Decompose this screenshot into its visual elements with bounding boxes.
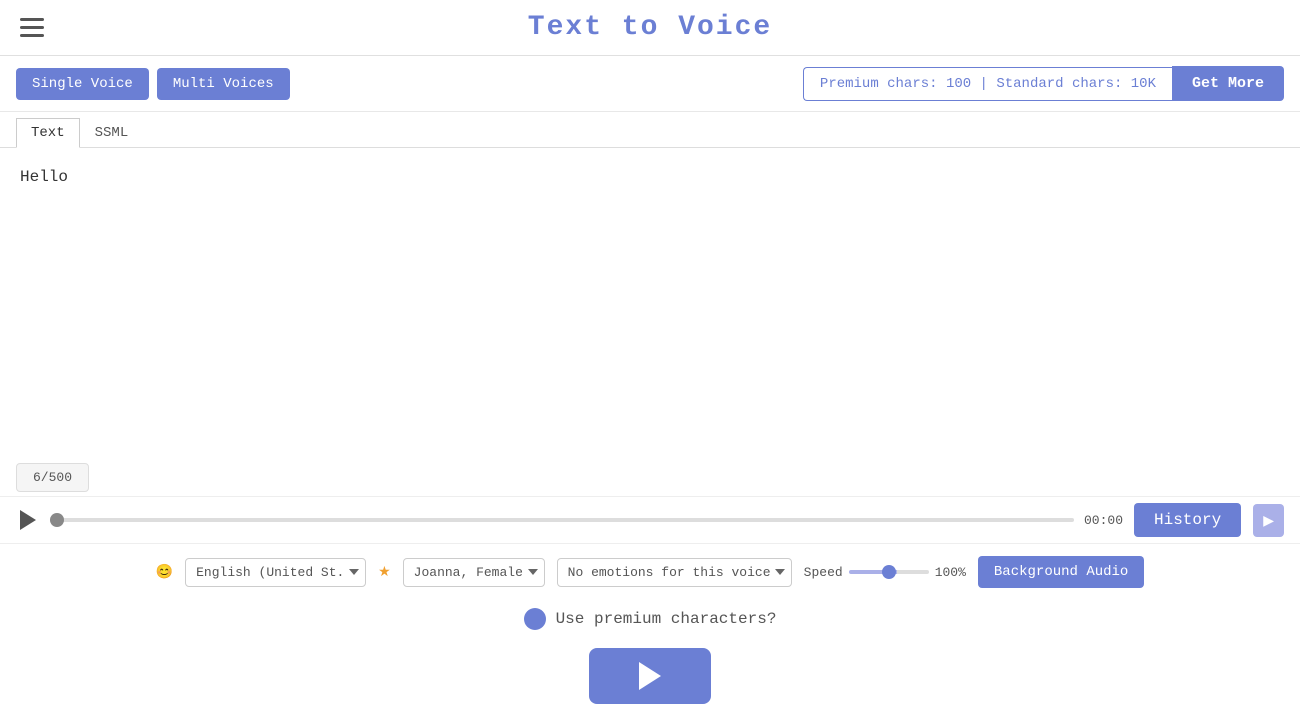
arrow-right-button[interactable]: ▶ xyxy=(1253,504,1284,537)
toolbar-chars: Premium chars: 100 | Standard chars: 10K… xyxy=(803,66,1284,101)
play-large-icon xyxy=(639,662,661,690)
toolbar: Single Voice Multi Voices Premium chars:… xyxy=(0,56,1300,112)
language-select[interactable]: English (United St. xyxy=(185,558,366,587)
char-counter: 6/500 xyxy=(16,463,89,492)
seek-bar-container xyxy=(50,518,1074,522)
tab-text[interactable]: Text xyxy=(16,118,80,148)
emotion-select[interactable]: No emotions for this voice xyxy=(557,558,792,587)
page-title: Text to Voice xyxy=(528,12,772,43)
multi-voices-button[interactable]: Multi Voices xyxy=(157,68,290,100)
premium-label: Use premium characters? xyxy=(556,610,777,628)
toolbar-voice-buttons: Single Voice Multi Voices xyxy=(16,68,290,100)
play-icon-small xyxy=(20,510,36,530)
speed-value-display: 100% xyxy=(935,565,966,580)
player-bar: 00:00 History ▶ xyxy=(0,496,1300,543)
play-button-small[interactable] xyxy=(16,506,40,534)
history-button[interactable]: History xyxy=(1134,503,1241,537)
hamburger-line-3 xyxy=(20,34,44,37)
settings-bar: 😊 English (United St. ★ Joanna, Female N… xyxy=(0,543,1300,600)
seek-bar[interactable] xyxy=(50,518,1074,522)
speed-control: Speed 100% xyxy=(804,565,966,580)
header: Text to Voice xyxy=(0,0,1300,56)
play-large-container xyxy=(0,638,1300,714)
voice-select[interactable]: Joanna, Female xyxy=(403,558,545,587)
play-large-button[interactable] xyxy=(589,648,711,704)
speed-slider[interactable] xyxy=(849,570,929,574)
premium-row: Use premium characters? xyxy=(0,600,1300,638)
speed-label: Speed xyxy=(804,565,843,580)
chars-display: Premium chars: 100 | Standard chars: 10K xyxy=(803,67,1172,101)
premium-toggle[interactable] xyxy=(524,608,546,630)
text-input[interactable]: Hello xyxy=(16,164,1284,454)
get-more-button[interactable]: Get More xyxy=(1172,66,1284,101)
time-display: 00:00 xyxy=(1084,513,1124,528)
tabs-bar: Text SSML xyxy=(0,112,1300,148)
tab-ssml[interactable]: SSML xyxy=(80,118,144,147)
language-emoji-icon: 😊 xyxy=(156,564,173,581)
hamburger-button[interactable] xyxy=(16,14,48,41)
single-voice-button[interactable]: Single Voice xyxy=(16,68,149,100)
hamburger-line-1 xyxy=(20,18,44,21)
hamburger-line-2 xyxy=(20,26,44,29)
background-audio-button[interactable]: Background Audio xyxy=(978,556,1144,588)
voice-star-icon: ★ xyxy=(378,564,391,581)
text-editor-container: Hello xyxy=(0,148,1300,459)
